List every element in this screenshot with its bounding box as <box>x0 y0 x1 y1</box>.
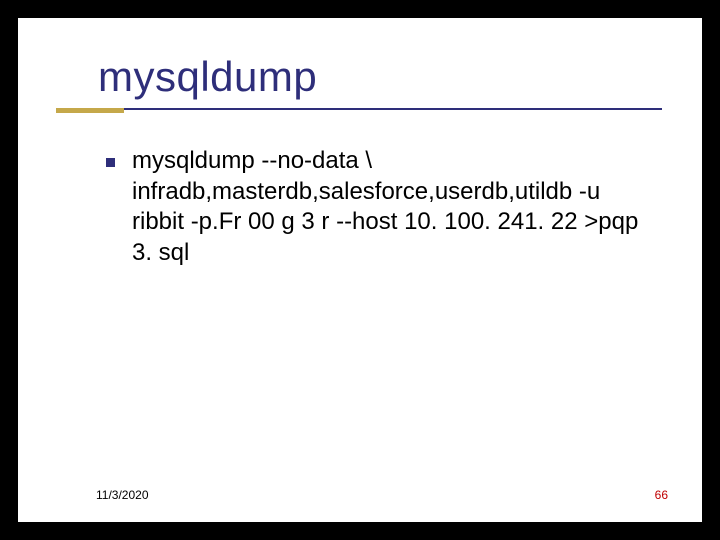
title-accent-bar <box>56 108 124 113</box>
footer-date: 11/3/2020 <box>96 488 149 502</box>
title-underline <box>124 108 662 110</box>
bullet-icon <box>106 158 115 167</box>
slide: mysqldump mysqldump --no-data \ infradb,… <box>18 18 702 522</box>
slide-title: mysqldump <box>98 53 317 101</box>
slide-body-text: mysqldump --no-data \ infradb,masterdb,s… <box>132 146 657 269</box>
footer-page-number: 66 <box>655 488 668 502</box>
